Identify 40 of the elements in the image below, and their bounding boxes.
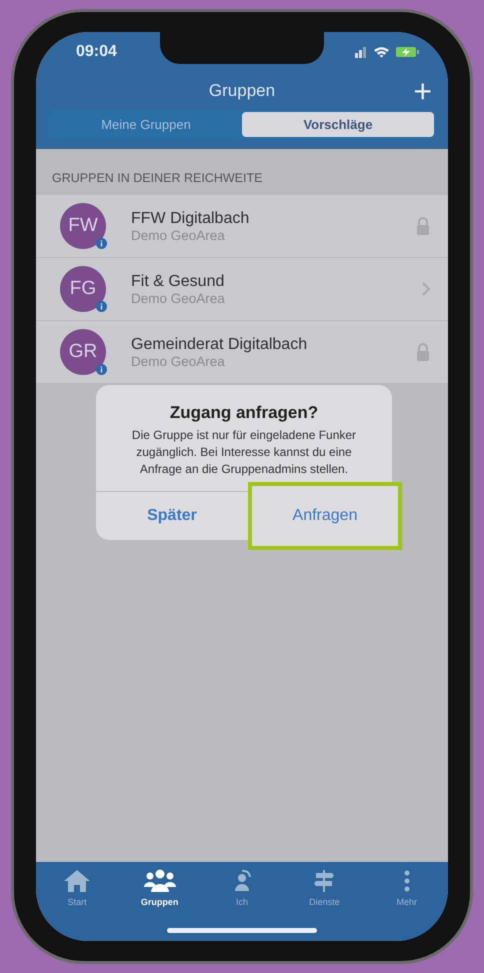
signal-icon [355, 45, 367, 59]
dialog-button[interactable]: Später [96, 492, 248, 540]
tab-bar-item[interactable]: Gruppen [124, 868, 196, 908]
tab-bar-item[interactable]: Dienste [288, 868, 360, 908]
info-badge-icon [96, 364, 107, 375]
tab-bar-item[interactable]: Ich [206, 868, 278, 908]
group-name: FFW Digitalbach [131, 210, 250, 228]
status-time: 09:04 [76, 43, 117, 61]
add-button[interactable]: + [409, 75, 436, 107]
group-subtitle: Demo GeoArea [131, 290, 226, 306]
group-subtitle: Demo GeoArea [131, 228, 226, 242]
dialog-message: Die Gruppe ist nur für eingeladene Funker zugänglich. Bei Interesse kannst du eine Anfrage an die Gruppenadmins stellen. [130, 427, 358, 478]
group-avatar: GR [60, 329, 106, 375]
group-name: Gemeinderat Digitalbach [131, 336, 308, 354]
lock-icon [416, 217, 430, 235]
group-name: Fit & Gesund [131, 272, 226, 290]
section-header: GRUPPEN IN DEINER REICHWEITE [51, 170, 264, 187]
group-subtitle: Demo GeoArea [131, 354, 226, 368]
segment-tab[interactable]: Vorschläge [242, 112, 434, 137]
group-row[interactable]: FG Fit & Gesund Demo GeoArea [36, 258, 448, 321]
group-avatar: FW [60, 203, 106, 249]
lock-icon [416, 343, 430, 361]
info-badge-icon [96, 238, 107, 249]
house-icon [63, 869, 92, 893]
signpost-icon [312, 869, 336, 893]
group-row[interactable]: FW FFW Digitalbach Demo GeoArea [36, 195, 448, 258]
people-icon [142, 869, 177, 893]
battery-charging-icon [396, 46, 420, 58]
chevron-right-icon [422, 282, 430, 296]
more-icon [402, 869, 411, 893]
tab-bar-item[interactable]: Start [41, 868, 114, 908]
screen-title: Gruppen [208, 81, 276, 101]
dialog-title: Zugang anfragen? [168, 402, 320, 423]
group-avatar: FG [60, 266, 106, 312]
group-row[interactable]: GR Gemeinderat Digitalbach Demo GeoArea [36, 321, 448, 384]
tab-bar-item[interactable]: Mehr [370, 868, 443, 908]
dialog-button[interactable]: Anfragen [248, 482, 402, 550]
wifi-icon [373, 45, 390, 59]
segment-tab[interactable]: Meine Gruppen [50, 112, 242, 137]
info-badge-icon [96, 301, 107, 312]
